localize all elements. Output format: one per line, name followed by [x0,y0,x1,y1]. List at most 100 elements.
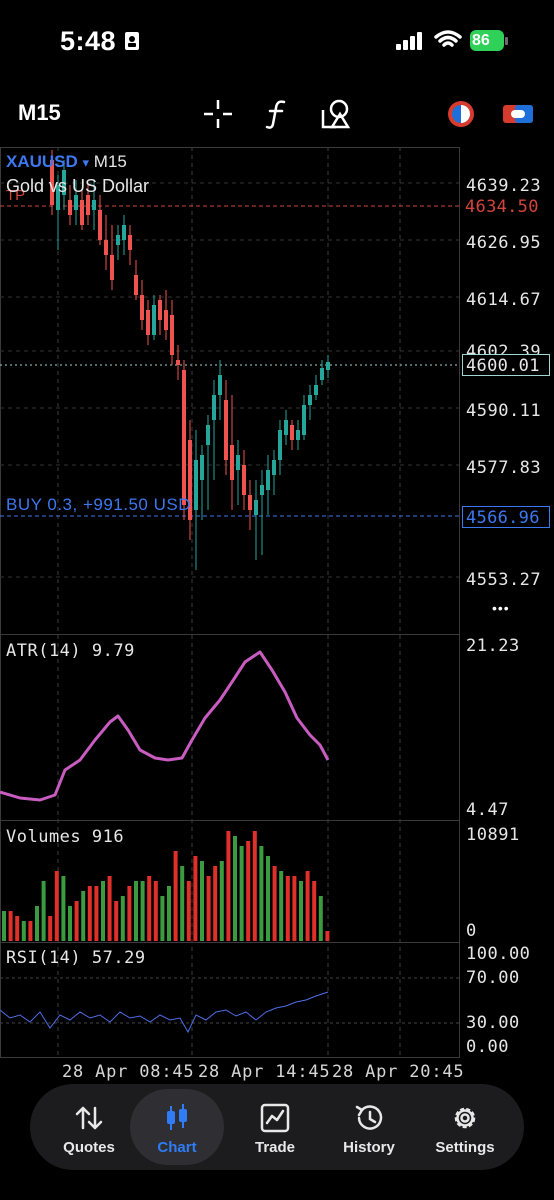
volume-bar [74,901,79,941]
volume-bar [28,921,33,941]
atr-title: ATR(14) 9.79 [6,641,135,661]
candle-body [212,395,216,420]
volume-bar [259,846,264,941]
candle-body [248,495,252,510]
nav-quotes-label: Quotes [63,1139,115,1156]
candle-body [176,360,180,365]
symbol-header[interactable]: XAUUSD ▾ M15 [6,152,127,172]
nav-settings[interactable]: Settings [418,1084,512,1170]
chart-timeframe: M15 [93,152,127,171]
volume-bar [305,871,310,941]
volume-bar [114,901,119,941]
nav-trade[interactable]: Trade [228,1084,322,1170]
volume-bar [312,881,317,941]
volume-bar [167,886,171,941]
symbol-dropdown-icon[interactable]: ▾ [83,155,90,170]
candle-body [164,310,168,330]
candle-body [68,200,72,215]
volume-bar [180,866,185,941]
volume-bar [206,876,211,941]
candle-body [254,500,258,515]
candle-body [104,240,108,255]
volume-bar [127,886,132,941]
rsi-title: RSI(14) 57.29 [6,948,146,968]
volume-bar [266,856,270,941]
candle-body [284,420,288,435]
candle-body [308,395,312,405]
bottom-nav: Quotes Chart Trade History Settings [30,1084,524,1170]
volume-bar [68,906,72,941]
history-icon [355,1105,383,1130]
volumes-title: Volumes 916 [6,827,125,847]
nav-history-label: History [343,1139,395,1156]
volume-bar [8,911,13,941]
volume-bar [15,916,20,941]
rsi-level-label: 70.00 [466,968,520,988]
volume-bar [48,916,53,941]
candle-body [170,315,174,355]
volume-bar [160,896,165,941]
volume-bar [299,881,303,941]
volume-bar [153,881,158,941]
price-axis-label: 4590.11 [466,401,542,421]
volume-bar [239,846,244,941]
atr-line-path [0,650,330,802]
candle-body [260,485,264,495]
price-axis-label: 4639.23 [466,176,542,196]
candle-body [314,385,318,395]
candle-body [272,460,276,475]
nav-settings-label: Settings [435,1139,495,1156]
candle-body [242,465,246,495]
volumes-min-label: 0 [466,921,477,941]
volume-bar [21,921,26,941]
volume-bar [325,931,330,941]
rsi-level-label: 30.00 [466,1013,520,1033]
nav-chart[interactable]: Chart [130,1089,224,1165]
nav-trade-label: Trade [254,1139,296,1156]
candle-body [320,368,324,380]
volume-bar [134,881,138,941]
settings-icon [454,1107,476,1129]
volume-bar [2,911,6,941]
nav-history[interactable]: History [322,1084,416,1170]
panel-border [0,147,460,635]
volume-bar [318,896,323,941]
volumes-max-label: 10891 [466,825,520,845]
open-price-label: 4566.96 [462,506,550,528]
candle-body [182,370,186,505]
candle-body [224,400,228,460]
candle-body [92,200,96,210]
candle-body [206,425,210,445]
candle-body [152,305,156,335]
volume-bar [252,831,257,941]
volume-bar [107,876,112,941]
symbol-name[interactable]: XAUUSD [6,152,78,171]
volume-bar [140,881,145,941]
nav-quotes[interactable]: Quotes [42,1084,136,1170]
candle-body [302,405,306,435]
volume-bar [219,861,224,941]
candle-body [116,235,120,245]
volume-bar [87,886,92,941]
volume-bar [200,861,204,941]
more-options-icon[interactable]: ••• [492,600,510,616]
volume-bars [2,831,330,941]
candle-body [86,195,90,215]
price-axis-label: 4614.67 [466,290,542,310]
volume-bar [213,866,218,941]
price-axis-label: 4553.27 [466,570,542,590]
atr-line [0,650,330,802]
candle-body [278,430,282,460]
rsi-line [0,991,329,1034]
chart-icon [167,1104,187,1130]
volume-bar [193,856,198,941]
position-label[interactable]: BUY 0.3, +991.50 USD [6,495,191,515]
candle-body [122,225,126,240]
volume-bar [226,831,231,941]
volume-bar [233,836,237,941]
candle-body [326,362,330,370]
atr-min-label: 4.47 [466,800,509,820]
candle-body [98,210,102,240]
tp-price-label: 4634.50 [465,197,539,217]
time-axis-label: 28 Apr 08:45 [62,1062,195,1082]
